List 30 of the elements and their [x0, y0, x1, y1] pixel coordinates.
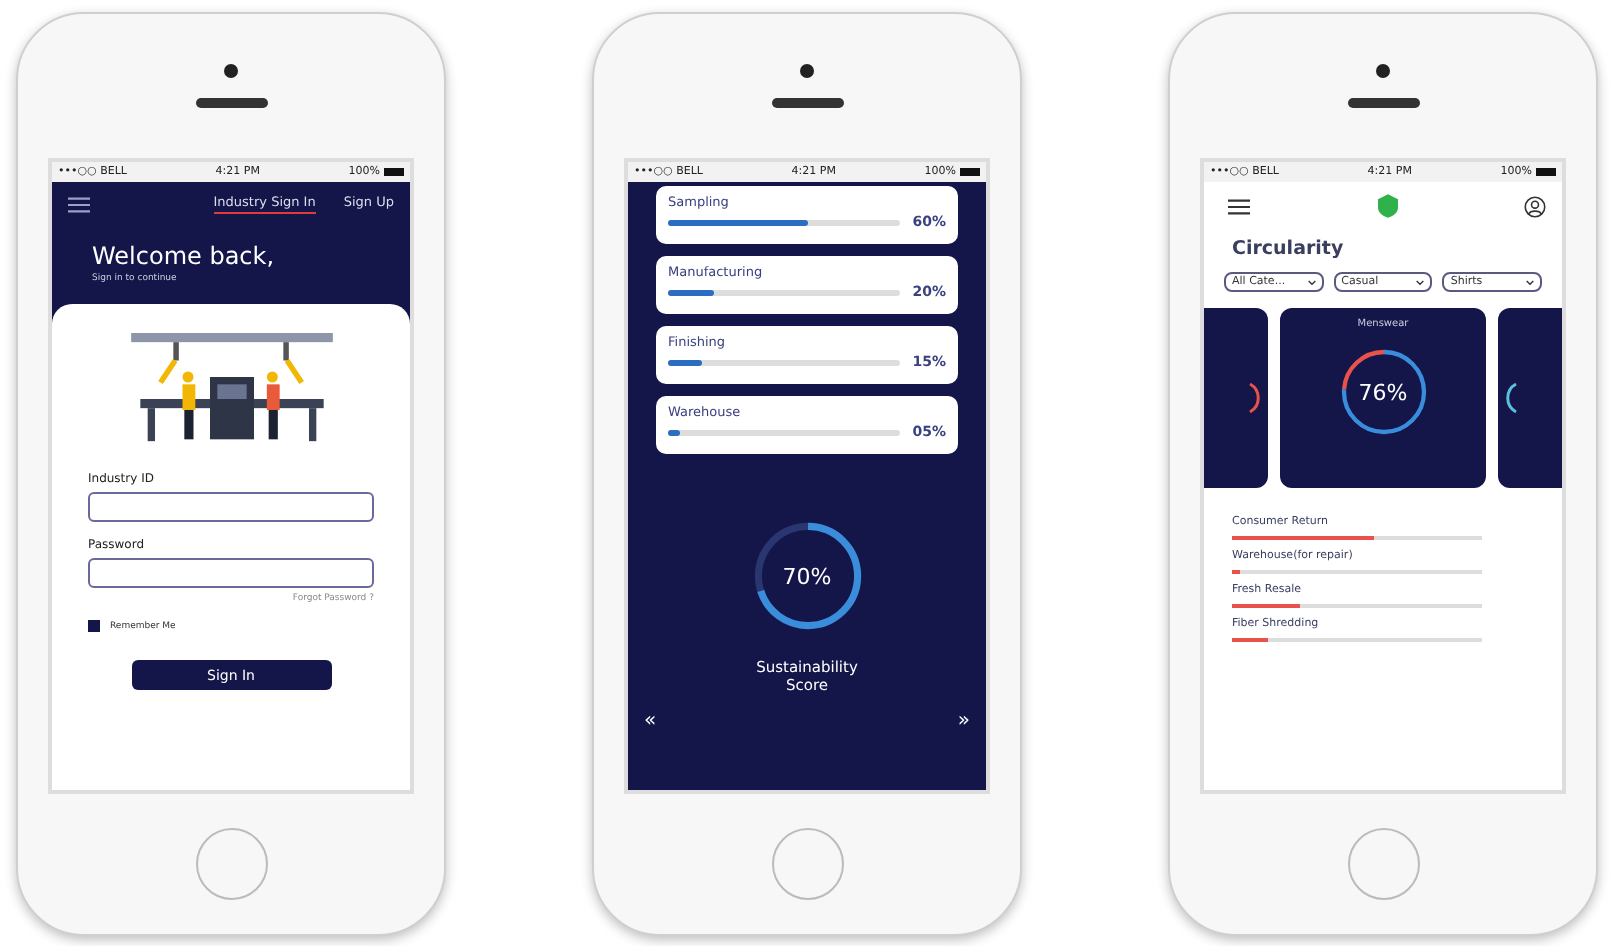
user-profile-icon[interactable]	[1524, 195, 1546, 217]
menu-icon[interactable]	[1228, 197, 1250, 215]
score-value: 70%	[780, 561, 834, 593]
speaker-icon	[195, 98, 267, 108]
previous-button[interactable]: «	[644, 710, 657, 732]
camera-icon	[224, 64, 238, 78]
home-button[interactable]	[771, 828, 843, 900]
caret-icon	[1307, 279, 1316, 285]
battery-icon	[1536, 168, 1556, 176]
welcome-title: Welcome back,	[92, 242, 277, 270]
speaker-icon	[1347, 98, 1419, 108]
camera-icon	[800, 64, 814, 78]
circularity-value: 76%	[1356, 377, 1410, 409]
caret-icon	[1416, 279, 1425, 285]
menu-icon[interactable]	[68, 195, 90, 213]
home-button[interactable]	[195, 828, 267, 900]
input-field[interactable]	[88, 492, 374, 522]
home-button[interactable]	[1347, 828, 1419, 900]
page-title: Circularity	[1232, 238, 1346, 260]
category-card[interactable]	[1204, 308, 1268, 488]
battery-icon	[384, 168, 404, 176]
speaker-icon	[771, 98, 843, 108]
category-card[interactable]	[1498, 308, 1562, 488]
battery-icon	[960, 168, 980, 176]
shield-logo-icon	[1377, 194, 1397, 218]
input-field[interactable]	[88, 558, 374, 588]
remember-checkbox[interactable]	[88, 620, 100, 632]
camera-icon	[1376, 64, 1390, 78]
caret-icon	[1526, 279, 1535, 285]
next-button[interactable]: »	[957, 710, 970, 732]
